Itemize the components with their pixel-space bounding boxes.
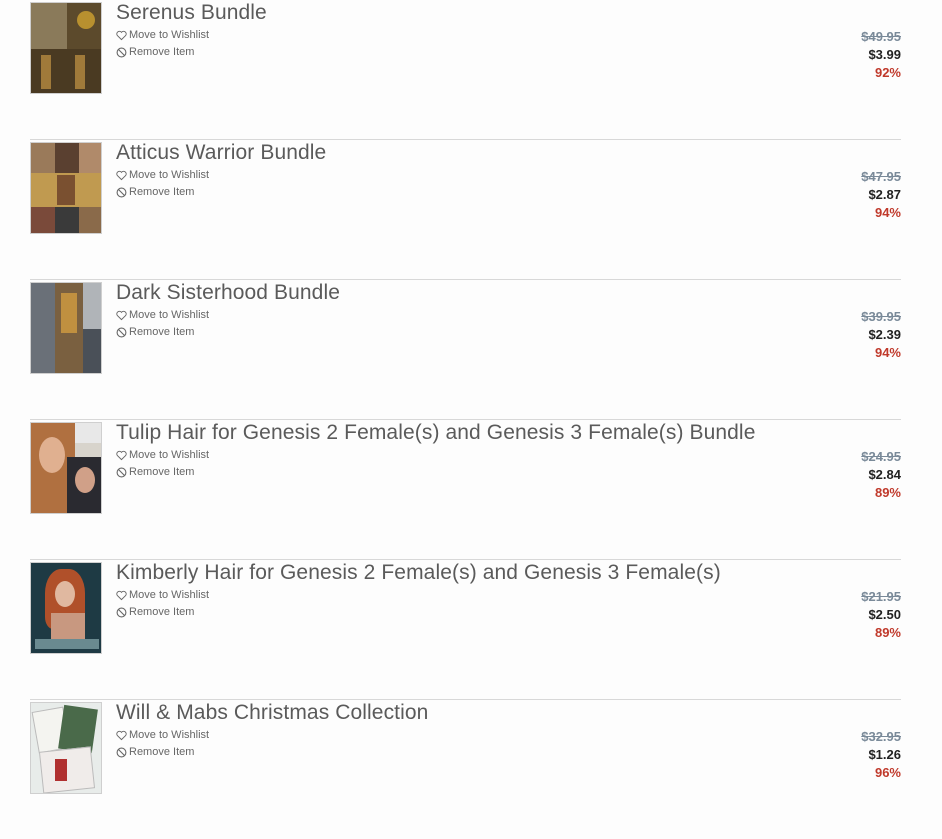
wishlist-label: Move to Wishlist [129, 309, 210, 321]
wishlist-label: Move to Wishlist [129, 29, 210, 41]
prohibited-icon [116, 467, 127, 477]
heart-icon [116, 450, 127, 460]
wishlist-label: Move to Wishlist [129, 169, 210, 181]
product-thumbnail[interactable] [30, 142, 102, 234]
remove-label: Remove Item [129, 466, 195, 478]
product-thumbnail[interactable] [30, 2, 102, 94]
cart-item: Atticus Warrior Bundle Move to Wishlist … [30, 140, 901, 280]
move-to-wishlist-link[interactable]: Move to Wishlist [116, 449, 209, 461]
original-price: $39.95 [861, 309, 901, 324]
product-name[interactable]: Atticus Warrior Bundle [116, 141, 326, 165]
prohibited-icon [116, 607, 127, 617]
cart-item: Dark Sisterhood Bundle Move to Wishlist … [30, 280, 901, 420]
move-to-wishlist-link[interactable]: Move to Wishlist [116, 169, 209, 181]
remove-item-link[interactable]: Remove Item [116, 606, 194, 618]
wishlist-label: Move to Wishlist [129, 589, 210, 601]
original-price: $49.95 [861, 29, 901, 44]
price-block: $49.95 $3.99 92% [861, 28, 901, 82]
move-to-wishlist-link[interactable]: Move to Wishlist [116, 29, 209, 41]
product-name[interactable]: Serenus Bundle [116, 1, 267, 25]
remove-item-link[interactable]: Remove Item [116, 186, 194, 198]
cart-item: Will & Mabs Christmas Collection Move to… [30, 700, 901, 839]
original-price: $21.95 [861, 589, 901, 604]
heart-icon [116, 30, 127, 40]
price-block: $47.95 $2.87 94% [861, 168, 901, 222]
move-to-wishlist-link[interactable]: Move to Wishlist [116, 729, 209, 741]
product-name[interactable]: Tulip Hair for Genesis 2 Female(s) and G… [116, 421, 755, 445]
remove-item-link[interactable]: Remove Item [116, 746, 194, 758]
cart-item: Tulip Hair for Genesis 2 Female(s) and G… [30, 420, 901, 560]
prohibited-icon [116, 187, 127, 197]
heart-icon [116, 310, 127, 320]
price-block: $24.95 $2.84 89% [861, 448, 901, 502]
discount-percent: 89% [874, 485, 901, 500]
sale-price: $3.99 [868, 47, 901, 62]
price-block: $39.95 $2.39 94% [861, 308, 901, 362]
original-price: $47.95 [861, 169, 901, 184]
move-to-wishlist-link[interactable]: Move to Wishlist [116, 309, 209, 321]
cart-item: Kimberly Hair for Genesis 2 Female(s) an… [30, 560, 901, 700]
discount-percent: 92% [874, 65, 901, 80]
product-name[interactable]: Will & Mabs Christmas Collection [116, 701, 428, 725]
sale-price: $1.26 [868, 747, 901, 762]
price-block: $32.95 $1.26 96% [861, 728, 901, 782]
remove-label: Remove Item [129, 606, 195, 618]
remove-label: Remove Item [129, 746, 195, 758]
product-thumbnail[interactable] [30, 702, 102, 794]
remove-item-link[interactable]: Remove Item [116, 466, 194, 478]
product-thumbnail[interactable] [30, 422, 102, 514]
product-thumbnail[interactable] [30, 282, 102, 374]
cart-item-list: Serenus Bundle Move to Wishlist Remove I… [0, 0, 942, 804]
sale-price: $2.87 [868, 187, 901, 202]
discount-percent: 89% [874, 625, 901, 640]
price-block: $21.95 $2.50 89% [861, 588, 901, 642]
heart-icon [116, 590, 127, 600]
cart-item: Serenus Bundle Move to Wishlist Remove I… [30, 0, 901, 140]
heart-icon [116, 170, 127, 180]
product-name[interactable]: Dark Sisterhood Bundle [116, 281, 340, 305]
remove-label: Remove Item [129, 46, 195, 58]
prohibited-icon [116, 327, 127, 337]
remove-item-link[interactable]: Remove Item [116, 46, 194, 58]
heart-icon [116, 730, 127, 740]
product-thumbnail[interactable] [30, 562, 102, 654]
wishlist-label: Move to Wishlist [129, 729, 210, 741]
sale-price: $2.84 [868, 467, 901, 482]
original-price: $24.95 [861, 449, 901, 464]
move-to-wishlist-link[interactable]: Move to Wishlist [116, 589, 209, 601]
prohibited-icon [116, 747, 127, 757]
sale-price: $2.39 [868, 327, 901, 342]
sale-price: $2.50 [868, 607, 901, 622]
remove-item-link[interactable]: Remove Item [116, 326, 194, 338]
wishlist-label: Move to Wishlist [129, 449, 210, 461]
discount-percent: 96% [874, 765, 901, 780]
product-name[interactable]: Kimberly Hair for Genesis 2 Female(s) an… [116, 561, 721, 585]
original-price: $32.95 [861, 729, 901, 744]
remove-label: Remove Item [129, 326, 195, 338]
remove-label: Remove Item [129, 186, 195, 198]
discount-percent: 94% [874, 345, 901, 360]
discount-percent: 94% [874, 205, 901, 220]
prohibited-icon [116, 47, 127, 57]
